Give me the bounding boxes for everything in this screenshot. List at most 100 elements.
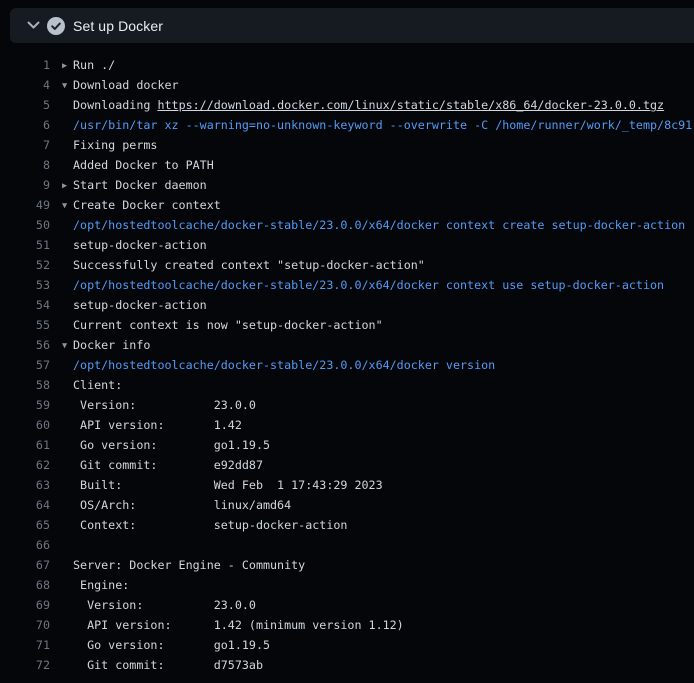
log-line-content: Current context is now "setup-docker-act… <box>62 318 383 332</box>
log-group-toggle[interactable]: ▼Create Docker context <box>62 198 221 212</box>
log-text: Version: 23.0.0 <box>73 398 256 412</box>
log-line: 6/usr/bin/tar xz --warning=no-unknown-ke… <box>0 115 694 135</box>
line-number[interactable]: 53 <box>0 278 50 292</box>
line-number[interactable]: 54 <box>0 298 50 312</box>
log-group-toggle[interactable]: ▼Download docker <box>62 78 179 92</box>
line-number[interactable]: 1 <box>0 58 50 72</box>
command-text: /opt/hostedtoolcache/docker-stable/23.0.… <box>73 218 685 232</box>
line-number[interactable]: 59 <box>0 398 50 412</box>
log-text: Downloading <box>73 98 157 112</box>
log-line: 51 setup-docker-action <box>0 235 694 255</box>
chevron-down-icon[interactable] <box>27 21 40 30</box>
group-title: Download docker <box>73 78 179 92</box>
line-number[interactable]: 5 <box>0 98 50 112</box>
log-line: 5 Downloading https://download.docker.com… <box>0 95 694 115</box>
line-number[interactable]: 69 <box>0 598 50 612</box>
log-line-content: Engine: <box>62 578 129 592</box>
log-line: 65 Context: setup-docker-action <box>0 515 694 535</box>
command-text: /opt/hostedtoolcache/docker-stable/23.0.… <box>73 278 664 292</box>
log-line: 71 Go version: go1.19.5 <box>0 635 694 655</box>
line-number[interactable]: 60 <box>0 418 50 432</box>
log-line-content: Go version: go1.19.5 <box>62 438 270 452</box>
log-line-content: Go version: go1.19.5 <box>62 638 270 652</box>
line-number[interactable]: 71 <box>0 638 50 652</box>
line-number[interactable]: 72 <box>0 658 50 672</box>
line-number[interactable]: 63 <box>0 478 50 492</box>
log-line: 56 ▼Docker info <box>0 335 694 355</box>
log-line: 63 Built: Wed Feb 1 17:43:29 2023 <box>0 475 694 495</box>
line-number[interactable]: 9 <box>0 178 50 192</box>
log-line: 72 Git commit: d7573ab <box>0 655 694 675</box>
log-line-content: Added Docker to PATH <box>62 158 214 172</box>
log-line-content: setup-docker-action <box>62 238 207 252</box>
log-line-content: Fixing perms <box>62 138 157 152</box>
group-title: Docker info <box>73 338 150 352</box>
line-number[interactable]: 61 <box>0 438 50 452</box>
log-text: API version: 1.42 (minimum version 1.12) <box>73 618 404 632</box>
log-text: Fixing perms <box>73 138 157 152</box>
command-text: /usr/bin/tar xz --warning=no-unknown-key… <box>73 118 692 132</box>
line-number[interactable]: 58 <box>0 378 50 392</box>
log-line-content: /usr/bin/tar xz --warning=no-unknown-key… <box>62 118 692 132</box>
log-link[interactable]: https://download.docker.com/linux/static… <box>157 98 664 112</box>
step-header[interactable]: Set up Docker <box>10 8 694 43</box>
group-title: Run ./ <box>73 58 115 72</box>
log-group-toggle[interactable]: ▶Start Docker daemon <box>62 178 207 192</box>
log-line: 62 Git commit: e92dd87 <box>0 455 694 475</box>
log-line: 53/opt/hostedtoolcache/docker-stable/23.… <box>0 275 694 295</box>
log-text: OS/Arch: linux/amd64 <box>73 498 291 512</box>
log-text: Successfully created context "setup-dock… <box>73 258 425 272</box>
workflow-log-panel: Set up Docker 1▶Run ./4▼Download docker5… <box>0 0 694 683</box>
line-number[interactable]: 67 <box>0 558 50 572</box>
line-number[interactable]: 8 <box>0 158 50 172</box>
log-line: 58 Client: <box>0 375 694 395</box>
log-group-toggle[interactable]: ▼Docker info <box>62 338 150 352</box>
line-number[interactable]: 49 <box>0 198 50 212</box>
log-line: 61 Go version: go1.19.5 <box>0 435 694 455</box>
line-number[interactable]: 51 <box>0 238 50 252</box>
log-line: 59 Version: 23.0.0 <box>0 395 694 415</box>
line-number[interactable]: 52 <box>0 258 50 272</box>
line-number[interactable]: 55 <box>0 318 50 332</box>
log-lines: 1▶Run ./4▼Download docker5Downloading ht… <box>0 43 694 675</box>
line-number[interactable]: 57 <box>0 358 50 372</box>
triangle-right-icon: ▶ <box>62 61 73 71</box>
line-number[interactable]: 7 <box>0 138 50 152</box>
log-line-content: Built: Wed Feb 1 17:43:29 2023 <box>62 478 383 492</box>
log-line-content: setup-docker-action <box>62 298 207 312</box>
log-line-content: Downloading https://download.docker.com/… <box>62 98 664 112</box>
line-number[interactable]: 4 <box>0 78 50 92</box>
log-line: 54 setup-docker-action <box>0 295 694 315</box>
log-line-content: Git commit: d7573ab <box>62 658 263 672</box>
log-text: Added Docker to PATH <box>73 158 214 172</box>
log-line-content: /opt/hostedtoolcache/docker-stable/23.0.… <box>62 358 495 372</box>
line-number[interactable]: 70 <box>0 618 50 632</box>
triangle-down-icon: ▼ <box>62 341 73 351</box>
group-title: Create Docker context <box>73 198 221 212</box>
log-line: 69 Version: 23.0.0 <box>0 595 694 615</box>
step-title: Set up Docker <box>73 18 163 34</box>
log-group-toggle[interactable]: ▶Run ./ <box>62 58 115 72</box>
log-line: 64 OS/Arch: linux/amd64 <box>0 495 694 515</box>
log-line: 70 API version: 1.42 (minimum version 1.… <box>0 615 694 635</box>
log-line: 60 API version: 1.42 <box>0 415 694 435</box>
line-number[interactable]: 68 <box>0 578 50 592</box>
log-line: 57/opt/hostedtoolcache/docker-stable/23.… <box>0 355 694 375</box>
log-line: 49 ▼Create Docker context <box>0 195 694 215</box>
log-line-content: /opt/hostedtoolcache/docker-stable/23.0.… <box>62 278 664 292</box>
line-number[interactable]: 62 <box>0 458 50 472</box>
line-number[interactable]: 65 <box>0 518 50 532</box>
log-text: Engine: <box>73 578 129 592</box>
log-line-content: Git commit: e92dd87 <box>62 458 263 472</box>
log-line: 8 Added Docker to PATH <box>0 155 694 175</box>
line-number[interactable]: 64 <box>0 498 50 512</box>
log-line-content: /opt/hostedtoolcache/docker-stable/23.0.… <box>62 218 685 232</box>
line-number[interactable]: 6 <box>0 118 50 132</box>
line-number[interactable]: 66 <box>0 538 50 552</box>
line-number[interactable]: 56 <box>0 338 50 352</box>
line-number[interactable]: 50 <box>0 218 50 232</box>
log-text: API version: 1.42 <box>73 418 242 432</box>
log-line: 55 Current context is now "setup-docker-a… <box>0 315 694 335</box>
log-line-content: Client: <box>62 378 122 392</box>
log-line-content: Successfully created context "setup-dock… <box>62 258 425 272</box>
